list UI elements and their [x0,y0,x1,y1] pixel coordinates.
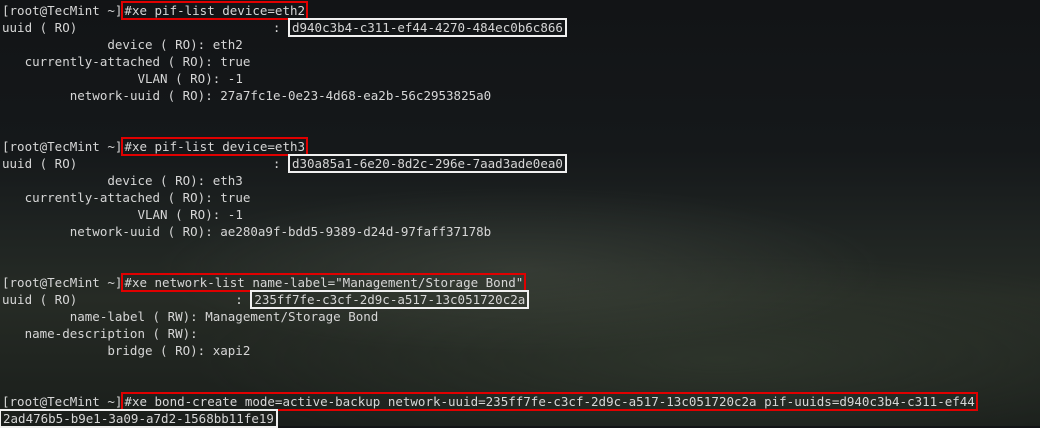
field-label: network-uuid ( RO): [69,88,213,103]
uuid-value: d940c3b4-c311-ef44-4270-484ec0b6c866 [287,18,567,37]
field-line: VLAN ( RO): -1 [2,70,1040,87]
field-value: eth2 [212,37,243,52]
field-line: currently-attached ( RO): true [2,53,1040,70]
uuid-value: d30a85a1-6e20-8d2c-296e-7aad3ade0ea0 [287,154,567,173]
uuid-line: uuid ( RO) : d30a85a1-6e20-8d2c-296e-7aa… [2,154,1040,173]
uuid-label: uuid ( RO) [2,156,78,171]
field-value: true [220,54,251,69]
field-value: true [220,190,251,205]
field-label: VLAN ( RO): [137,71,221,86]
field-value: -1 [227,71,243,86]
field-label: VLAN ( RO): [137,207,221,222]
uuid-label: uuid ( RO) [2,20,78,35]
shell-prompt: [root@TecMint ~] [2,275,123,290]
field-label: currently-attached ( RO): [24,54,213,69]
field-value: 27a7fc1e-0e23-4d68-ea2b-56c2953825a0 [220,88,492,103]
field-value: ae280a9f-bdd5-9389-d24d-97faff37178b [220,224,492,239]
output-line: 2ad476b5-b9e1-3a09-a7d2-1568bb11fe19 [0,409,1040,428]
shell-prompt: [root@TecMint ~] [2,139,123,154]
field-value: xapi2 [212,343,251,358]
field-label: name-label ( RW): [69,309,198,324]
command-line: [root@TecMint ~] #xe bond-create mode=act… [2,392,1040,411]
field-line: name-description ( RW): [2,325,1040,342]
field-line: currently-attached ( RO): true [2,189,1040,206]
field-line: device ( RO): eth3 [2,172,1040,189]
terminal-window[interactable]: [root@TecMint ~] #xe pif-list device=eth2… [0,0,1040,428]
command-line: [root@TecMint ~] #xe network-list name-la… [2,273,1040,292]
command-text: #xe pif-list device=eth3 [121,137,309,156]
field-value: Management/Storage Bond [205,309,379,324]
command-line: [root@TecMint ~] #xe pif-list device=eth2 [2,1,1040,20]
field-line: device ( RO): eth2 [2,36,1040,53]
field-line: network-uuid ( RO): 27a7fc1e-0e23-4d68-e… [2,87,1040,104]
shell-prompt: [root@TecMint ~] [2,3,123,18]
field-label: device ( RO): [107,173,206,188]
uuid-label: uuid ( RO) [2,292,78,307]
uuid-line: uuid ( RO) : d940c3b4-c311-ef44-4270-484… [2,18,1040,37]
bond-uuid-output: 2ad476b5-b9e1-3a09-a7d2-1568bb11fe19 [0,409,278,428]
field-value: eth3 [212,173,243,188]
field-label: bridge ( RO): [107,343,206,358]
field-label: currently-attached ( RO): [24,190,213,205]
shell-prompt: [root@TecMint ~] [2,394,123,409]
field-line: bridge ( RO): xapi2 [2,342,1040,359]
field-line: name-label ( RW): Management/Storage Bon… [2,308,1040,325]
command-text: #xe pif-list device=eth2 [121,1,309,20]
command-line: [root@TecMint ~] #xe pif-list device=eth3 [2,137,1040,156]
uuid-value: 235ff7fe-c3cf-2d9c-a517-13c051720c2a [250,290,530,309]
field-line: VLAN ( RO): -1 [2,206,1040,223]
field-line: network-uuid ( RO): ae280a9f-bdd5-9389-d… [2,223,1040,240]
field-label: name-description ( RW): [24,326,198,341]
field-label: device ( RO): [107,37,206,52]
field-value: -1 [227,207,243,222]
field-label: network-uuid ( RO): [69,224,213,239]
uuid-line: uuid ( RO) : 235ff7fe-c3cf-2d9c-a517-13c… [2,290,1040,309]
